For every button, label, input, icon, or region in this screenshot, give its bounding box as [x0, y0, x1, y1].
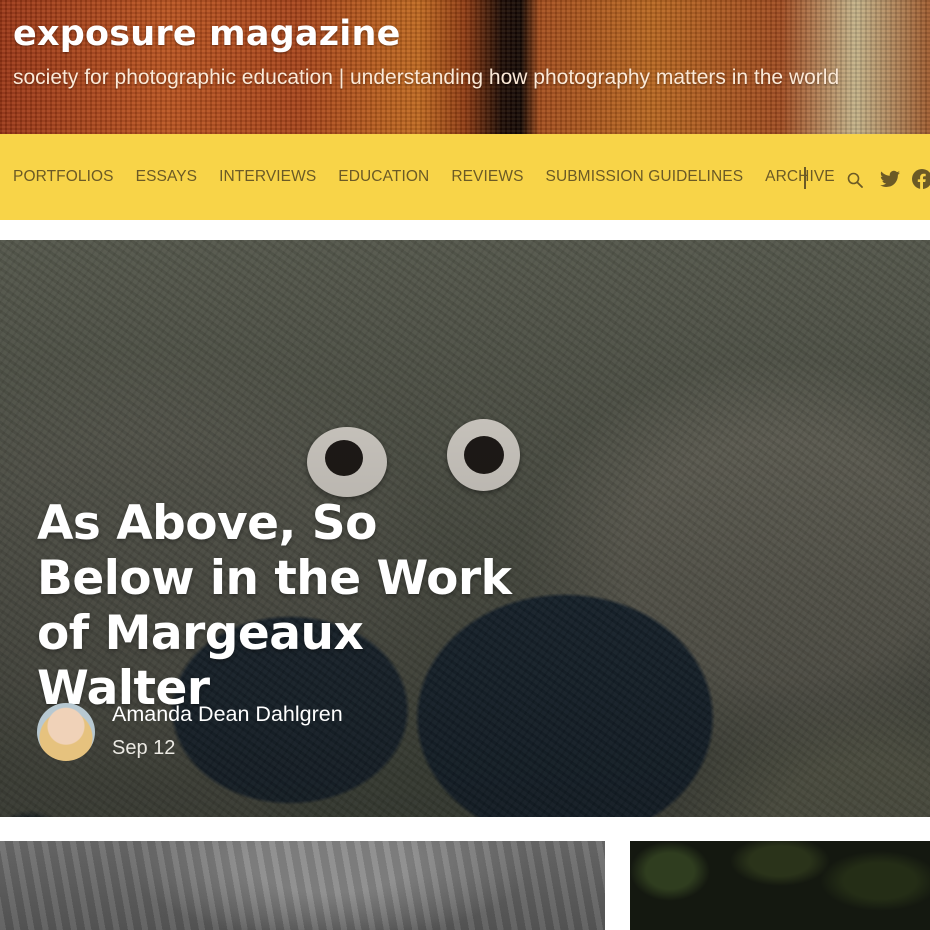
nav-menu: PORTFOLIOS ESSAYS INTERVIEWS EDUCATION R…	[13, 134, 857, 220]
author-name[interactable]: Amanda Dean Dahlgren	[112, 702, 343, 727]
nav-item-submission-guidelines[interactable]: SUBMISSION GUIDELINES	[546, 168, 744, 186]
site-title[interactable]: exposure magazine	[13, 14, 401, 54]
article-card-image[interactable]	[630, 841, 930, 930]
nav-divider	[804, 167, 806, 189]
header-banner: exposure magazine society for photograph…	[0, 0, 930, 134]
article-card-image[interactable]	[0, 841, 605, 930]
featured-article[interactable]: As Above, So Below in the Work of Margea…	[0, 240, 930, 817]
nav-item-archive[interactable]: ARCHIVE	[765, 168, 835, 186]
twitter-icon[interactable]	[880, 170, 900, 193]
article-headline[interactable]: As Above, So Below in the Work of Margea…	[37, 496, 517, 716]
author-avatar[interactable]	[37, 703, 95, 761]
nav-item-portfolios[interactable]: PORTFOLIOS	[13, 168, 114, 186]
search-icon[interactable]	[847, 172, 863, 193]
publish-date: Sep 12	[112, 737, 176, 759]
nav-item-essays[interactable]: ESSAYS	[136, 168, 197, 186]
facebook-icon[interactable]	[912, 169, 930, 191]
nav-item-education[interactable]: EDUCATION	[338, 168, 429, 186]
nav-item-interviews[interactable]: INTERVIEWS	[219, 168, 316, 186]
nav-item-reviews[interactable]: REVIEWS	[451, 168, 523, 186]
main-nav: PORTFOLIOS ESSAYS INTERVIEWS EDUCATION R…	[0, 134, 930, 220]
site-tagline: society for photographic education | und…	[13, 66, 840, 89]
